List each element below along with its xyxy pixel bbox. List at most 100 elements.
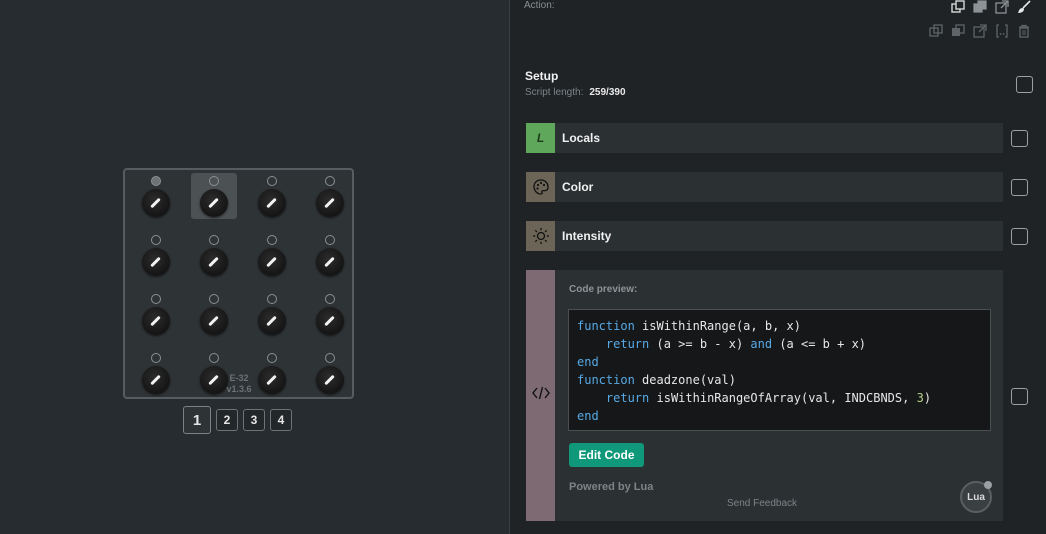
led-indicator (151, 294, 161, 304)
knob-cell[interactable] (133, 350, 179, 396)
block-color[interactable]: Color (526, 172, 1003, 202)
led-indicator (325, 294, 335, 304)
code-preview: function isWithinRange(a, b, x) return (… (568, 309, 991, 431)
knob-cell[interactable] (133, 291, 179, 337)
copy-icon[interactable] (951, 0, 965, 14)
page-button-1[interactable]: 1 (183, 406, 211, 434)
palette-icon (526, 172, 555, 202)
duplicate-icon[interactable] (929, 24, 943, 38)
code-preview-label: Code preview: (569, 284, 638, 295)
script-length-label: Script length: (525, 87, 584, 98)
page-button-2[interactable]: 2 (216, 409, 238, 431)
knob-cell[interactable] (249, 350, 295, 396)
led-indicator (267, 353, 277, 363)
led-indicator (151, 176, 161, 186)
potentiometer-knob[interactable] (200, 189, 228, 217)
block-locals[interactable]: L Locals (526, 123, 1003, 153)
color-checkbox[interactable] (1011, 179, 1028, 196)
potentiometer-knob[interactable] (142, 307, 170, 335)
intensity-checkbox[interactable] (1011, 228, 1028, 245)
locals-icon: L (526, 123, 555, 153)
device-version: v1.3.6 (226, 384, 252, 394)
knob-cell[interactable] (249, 232, 295, 278)
potentiometer-knob[interactable] (258, 189, 286, 217)
knob-cell[interactable] (191, 232, 237, 278)
powered-by-label: Powered by Lua (569, 481, 654, 493)
action-label: Action: (524, 0, 555, 11)
led-indicator (325, 176, 335, 186)
knob-cell[interactable] (191, 291, 237, 337)
led-indicator (151, 353, 161, 363)
script-length: Script length: 259/390 (525, 87, 626, 98)
block-intensity[interactable]: Intensity (526, 221, 1003, 251)
block-intensity-label: Intensity (562, 229, 612, 243)
led-indicator (267, 294, 277, 304)
page-selector: 1234 (183, 406, 292, 434)
potentiometer-knob[interactable] (316, 307, 344, 335)
led-indicator (267, 235, 277, 245)
knob-cell[interactable] (307, 232, 353, 278)
potentiometer-knob[interactable] (142, 248, 170, 276)
code-line: return (a >= b - x) and (a <= b + x) (605, 337, 867, 351)
script-length-value: 259/390 (589, 87, 626, 98)
code-line: return isWithinRangeOfArray(val, INDCBND… (605, 391, 932, 405)
potentiometer-knob[interactable] (200, 248, 228, 276)
merge-icon[interactable] (951, 24, 965, 38)
knob-cell[interactable] (249, 173, 295, 219)
config-panel: Action: Setup Script length: 259/390 L L… (509, 0, 1046, 534)
code-strip (526, 270, 555, 521)
potentiometer-knob[interactable] (200, 366, 228, 394)
code-block: Code preview: function isWithinRange(a, … (526, 270, 1003, 521)
setup-title: Setup (525, 69, 559, 83)
knob-cell[interactable] (307, 291, 353, 337)
open-external-icon[interactable] (995, 0, 1009, 14)
knob-cell[interactable] (307, 350, 353, 396)
app-root: E-32 v1.3.6 1234 Action: Setup Script le… (0, 0, 1046, 534)
code-line: end (577, 409, 599, 423)
controller-device: E-32 v1.3.6 (123, 168, 354, 399)
knob-cell[interactable] (191, 173, 237, 219)
code-line: function deadzone(val) (577, 373, 736, 387)
potentiometer-knob[interactable] (142, 189, 170, 217)
potentiometer-knob[interactable] (142, 366, 170, 394)
page-button-3[interactable]: 3 (243, 409, 265, 431)
potentiometer-knob[interactable] (258, 307, 286, 335)
potentiometer-knob[interactable] (316, 189, 344, 217)
led-indicator (325, 235, 335, 245)
knob-cell[interactable] (249, 291, 295, 337)
page-button-4[interactable]: 4 (270, 409, 292, 431)
bracket-icon[interactable] (995, 24, 1009, 38)
potentiometer-knob[interactable] (200, 307, 228, 335)
brush-icon[interactable] (1017, 0, 1031, 14)
code-checkbox[interactable] (1011, 388, 1028, 405)
led-indicator (209, 294, 219, 304)
potentiometer-knob[interactable] (258, 248, 286, 276)
locals-checkbox[interactable] (1011, 130, 1028, 147)
led-indicator (209, 235, 219, 245)
paste-icon[interactable] (973, 0, 987, 14)
edit-code-button[interactable]: Edit Code (569, 443, 644, 467)
block-locals-label: Locals (562, 131, 601, 145)
potentiometer-knob[interactable] (258, 366, 286, 394)
lua-logo: Lua (960, 481, 992, 513)
potentiometer-knob[interactable] (316, 248, 344, 276)
sun-icon (526, 221, 555, 251)
device-model-label: E-32 v1.3.6 (225, 373, 253, 395)
potentiometer-knob[interactable] (316, 366, 344, 394)
led-indicator (267, 176, 277, 186)
trash-icon[interactable] (1017, 24, 1031, 38)
knob-cell[interactable] (133, 173, 179, 219)
knob-cell[interactable] (307, 173, 353, 219)
led-indicator (209, 353, 219, 363)
device-model: E-32 (229, 373, 249, 383)
export-icon[interactable] (973, 24, 987, 38)
setup-checkbox[interactable] (1016, 76, 1033, 93)
block-color-label: Color (562, 180, 594, 194)
led-indicator (151, 235, 161, 245)
led-indicator (325, 353, 335, 363)
led-indicator (209, 176, 219, 186)
code-icon (531, 386, 550, 405)
knob-cell[interactable] (133, 232, 179, 278)
code-line: end (577, 355, 599, 369)
send-feedback-link[interactable]: Send Feedback (727, 498, 797, 509)
